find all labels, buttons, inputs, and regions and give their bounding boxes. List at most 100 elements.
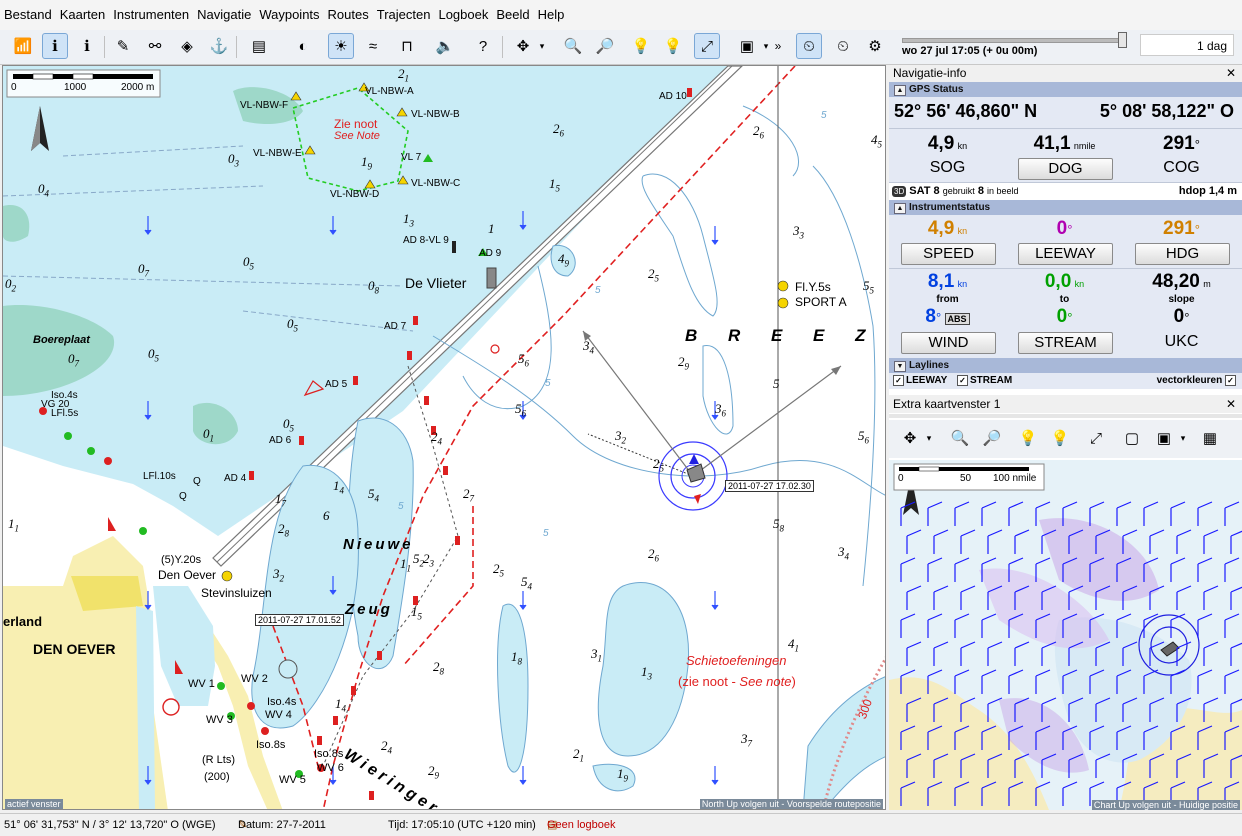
buoy-label[interactable]: WV 2 — [241, 673, 268, 685]
buoy-label[interactable]: Q — [179, 491, 187, 502]
tide-icon[interactable]: ≈ — [360, 33, 386, 59]
buoy-label[interactable]: Iso.4s — [267, 696, 296, 708]
buoy-label[interactable]: (5)Y.20s — [161, 554, 201, 566]
buoy-label[interactable]: (200) — [204, 771, 230, 783]
buoy-label[interactable]: VL-NBW-F — [240, 100, 288, 111]
toolbar-overflow[interactable]: » — [770, 33, 786, 59]
buoy-label[interactable]: AD 9 — [479, 248, 501, 259]
buoy-label[interactable]: (R Lts) — [202, 754, 235, 766]
bridge-icon[interactable]: ⊓ — [394, 33, 420, 59]
instrument-info-icon[interactable]: ℹ — [74, 33, 100, 59]
buoy-label[interactable]: VL 7 — [401, 152, 421, 163]
vector-icon[interactable]: ⤢ — [1083, 425, 1109, 451]
buoy-label[interactable]: WV 3 — [206, 714, 233, 726]
moon-icon[interactable]: ◐ — [290, 33, 316, 59]
time-slider-thumb[interactable] — [1118, 32, 1127, 48]
chart-stack-icon[interactable]: ▦ — [1197, 425, 1223, 451]
light-on-icon[interactable]: 💡 — [660, 33, 686, 59]
measure-icon[interactable]: ✎ — [110, 33, 136, 59]
menu-routes[interactable]: Routes — [324, 0, 373, 30]
menu-bestand[interactable]: Bestand — [0, 0, 56, 30]
fit-icon[interactable]: ▢ — [1119, 425, 1145, 451]
menu-waypoints[interactable]: Waypoints — [255, 0, 323, 30]
pan-icon[interactable]: ✥ — [510, 33, 536, 59]
dog-button[interactable]: DOG — [1018, 158, 1113, 180]
buoy-label[interactable]: VL-NBW-E — [253, 148, 302, 159]
gps-device-icon[interactable]: 📶 — [10, 33, 36, 59]
collapse-icon[interactable]: ▲ — [894, 85, 906, 96]
light-off-icon[interactable]: 💡 — [1015, 425, 1041, 451]
clock-gear-icon[interactable]: ⚙ — [862, 33, 888, 59]
speed-button[interactable]: SPEED — [901, 243, 996, 265]
buoy-label[interactable]: Q — [193, 476, 201, 487]
light-on-icon[interactable]: 💡 — [1047, 425, 1073, 451]
collapse-icon[interactable]: ▲ — [894, 203, 906, 214]
buoy-label[interactable]: VL-NBW-B — [411, 109, 460, 120]
overview-canvas[interactable] — [889, 460, 1242, 810]
buoy-label[interactable]: Iso.8s — [256, 739, 285, 751]
extra-scrollbar[interactable] — [889, 414, 1242, 418]
track-label[interactable]: 2011-07-27 17.02.30 — [725, 480, 814, 492]
anchor-icon[interactable]: ⚓ — [206, 33, 232, 59]
buoy-label[interactable]: AD 6 — [269, 435, 291, 446]
pan-icon[interactable]: ✥ — [897, 425, 923, 451]
menu-navigatie[interactable]: Navigatie — [193, 0, 255, 30]
menu-instrumenten[interactable]: Instrumenten — [109, 0, 193, 30]
gps-info-icon[interactable]: ℹ — [42, 33, 68, 59]
nautical-chart[interactable]: 5 5 5 5 5 0 1000 2000 m VL-NBW-A VL-NBW-… — [2, 65, 886, 810]
buoy-label[interactable]: WV 1 — [188, 678, 215, 690]
zoom-in-icon[interactable]: 🔍 — [560, 33, 586, 59]
buoy-label[interactable]: WV 4 — [265, 709, 292, 721]
stream-button[interactable]: STREAM — [1018, 332, 1113, 354]
track-label[interactable]: 2011-07-27 17.01.52 — [255, 614, 344, 626]
zoom-out-icon[interactable]: 🔎 — [592, 33, 618, 59]
weather-icon[interactable]: ☀ — [328, 33, 354, 59]
window-icon[interactable]: ▣ — [1151, 425, 1177, 451]
waypoint-icon[interactable]: ◈ — [174, 33, 200, 59]
vector-icon[interactable]: ⤢ — [694, 33, 720, 59]
buoy-label[interactable]: VL-NBW-D — [330, 189, 379, 200]
section-gps-status[interactable]: ▲ GPS Status — [889, 82, 1242, 97]
buoy-label[interactable]: LFl.10s — [143, 471, 176, 482]
window-icon[interactable]: ▣ — [734, 33, 760, 59]
pan-dropdown-icon[interactable]: ▾ — [536, 33, 548, 59]
buoy-label[interactable]: AD 4 — [224, 473, 246, 484]
wind-button[interactable]: WIND — [901, 332, 996, 354]
zoom-out-icon[interactable]: 🔎 — [979, 425, 1005, 451]
buoy-label[interactable]: Iso.8s — [314, 748, 343, 760]
abs-toggle[interactable]: ABS — [944, 313, 970, 325]
buoy-label[interactable]: Fl.Y.5s — [795, 280, 831, 294]
close-icon[interactable]: ✕ — [1226, 65, 1236, 82]
period-select[interactable]: 1 dag — [1140, 34, 1234, 56]
stream-checkbox[interactable]: ✓ STREAM — [957, 373, 1012, 389]
menu-trajecten[interactable]: Trajecten — [373, 0, 435, 30]
help-icon[interactable]: ? — [470, 33, 496, 59]
time-slider[interactable] — [902, 38, 1124, 43]
leeway-button[interactable]: LEEWAY — [1018, 243, 1113, 265]
route-icon[interactable]: ⚯ — [142, 33, 168, 59]
section-instrument-status[interactable]: ▲ Instrumentstatus — [889, 200, 1242, 215]
buoy-label[interactable]: VL-NBW-C — [411, 178, 460, 189]
zoom-in-icon[interactable]: 🔍 — [947, 425, 973, 451]
close-icon[interactable]: ✕ — [1226, 396, 1236, 413]
buoy-label[interactable]: SPORT A — [795, 295, 847, 309]
light-off-icon[interactable]: 💡 — [628, 33, 654, 59]
clock-red-icon[interactable]: ⏲ — [830, 33, 856, 59]
menu-beeld[interactable]: Beeld — [492, 0, 533, 30]
layers-icon[interactable]: ▤ — [246, 33, 272, 59]
window-dropdown-icon[interactable]: ▾ — [1177, 425, 1189, 451]
vector-colors-checkbox[interactable]: vectorkleuren ✓ — [1157, 373, 1238, 389]
clock-icon[interactable]: ⏲ — [796, 33, 822, 59]
buoy-label[interactable]: AD 5 — [325, 379, 347, 390]
overview-chart[interactable]: 0 50 100 nmile Chart Up volgen uit - Hui… — [889, 460, 1242, 810]
menu-help[interactable]: Help — [534, 0, 569, 30]
buoy-label[interactable]: VG 20 — [41, 399, 69, 410]
sound-icon[interactable]: 🔈 — [432, 33, 458, 59]
leeway-checkbox[interactable]: ✓ LEEWAY — [893, 373, 947, 389]
buoy-label[interactable]: AD 10 — [659, 91, 687, 102]
buoy-label[interactable]: WV 5 — [279, 774, 306, 786]
hdg-button[interactable]: HDG — [1135, 243, 1230, 265]
buoy-label[interactable]: AD 8-VL 9 — [403, 235, 449, 246]
buoy-label[interactable]: AD 7 — [384, 321, 406, 332]
collapse-icon[interactable]: ▼ — [894, 361, 906, 372]
